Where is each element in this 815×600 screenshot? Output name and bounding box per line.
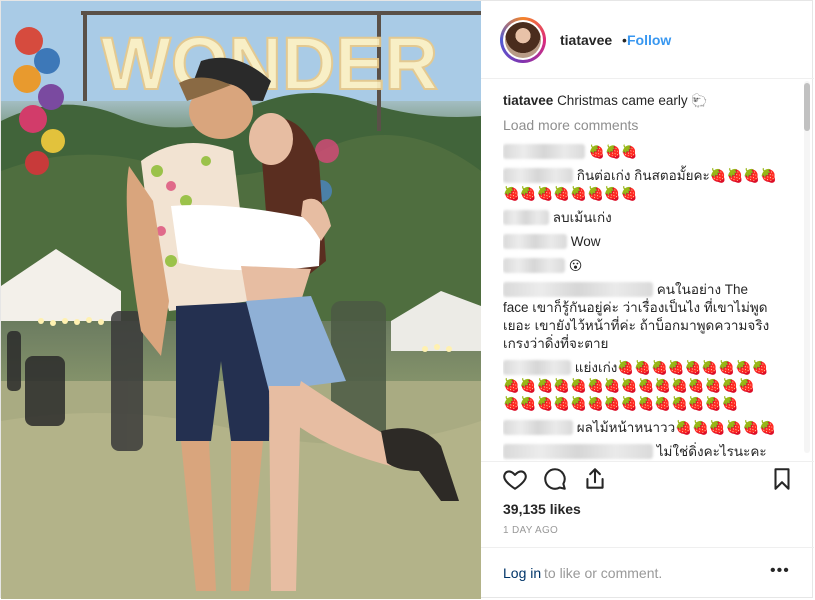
comment-item: ผลไม้หน้าหนาวว🍓🍓🍓🍓🍓🍓 — [503, 419, 803, 437]
login-bar: Log in to like or comment. ••• — [481, 547, 814, 599]
avatar[interactable] — [500, 17, 546, 63]
caption: tiatavee Christmas came early 🐑 — [503, 92, 803, 110]
likes-count[interactable]: 39,135 likes — [503, 501, 581, 517]
comment-icon[interactable] — [542, 466, 568, 492]
comment-username-redacted[interactable] — [503, 144, 585, 159]
wonder-sign: WONDER — [101, 22, 438, 105]
scrollbar-thumb[interactable] — [804, 83, 810, 131]
comment-text-cont: เยอะ เขายังไว้หน้าที่ค่ะ ถ้าบ็อกมาพูดควา… — [503, 318, 770, 333]
comment-item: 🍓🍓🍓 — [503, 143, 803, 161]
comment-username-redacted[interactable] — [503, 258, 565, 273]
comment-text: กินต่อเก่ง กินสตอมั้ยคะ🍓🍓🍓🍓 — [576, 168, 778, 183]
follow-button[interactable]: Follow — [627, 32, 671, 48]
comment-text-cont: 🍓🍓🍓🍓🍓🍓🍓🍓🍓🍓🍓🍓🍓🍓🍓 — [503, 378, 756, 393]
share-icon[interactable] — [582, 466, 608, 492]
comment-username-redacted[interactable] — [503, 168, 573, 183]
header-username[interactable]: tiatavee — [560, 32, 612, 48]
avatar-ring — [503, 20, 543, 60]
comment-username-redacted[interactable] — [503, 234, 567, 249]
scrollbar-track — [804, 81, 810, 453]
comment-username-redacted[interactable] — [503, 210, 549, 225]
comment-text: Wow — [570, 234, 601, 249]
caption-emoji: 🐑 — [691, 93, 708, 108]
comment-text: 😮 — [568, 258, 583, 273]
comment-item: คนในอย่าง The face เขาก็รู้กันอยู่ค่ะ ว่… — [503, 281, 803, 353]
post-header: tiatavee • Follow — [481, 1, 814, 79]
post-sidebar: tiatavee • Follow tiatavee Christmas cam… — [481, 1, 814, 599]
bookmark-icon[interactable] — [769, 466, 795, 492]
comment-text-cont: face เขาก็รู้กันอยู่ค่ะ ว่าเรื่องเป็นไง … — [503, 300, 768, 315]
comment-text: ลบเม้นเก่ง — [552, 210, 612, 225]
post-photo[interactable]: WONDER — [1, 1, 481, 599]
instagram-post: WONDER tiatavee • Follow tiatavee Christ… — [0, 0, 814, 599]
comment-item: 😮 — [503, 257, 803, 275]
comment-text: คนในอย่าง The — [656, 282, 749, 297]
comment-item: กินต่อเก่ง กินสตอมั้ยคะ🍓🍓🍓🍓 🍓🍓🍓🍓🍓🍓🍓🍓 — [503, 167, 803, 203]
comment-item: ไม่ใช่ดิ่งคะไรนะคะ — [503, 443, 803, 461]
avatar-image — [505, 22, 541, 58]
login-prompt-text: to like or comment. — [544, 565, 663, 581]
comments-list[interactable]: tiatavee Christmas came early 🐑 Load mor… — [503, 89, 803, 461]
more-options-icon[interactable]: ••• — [770, 562, 790, 580]
comment-item: ลบเม้นเก่ง — [503, 209, 803, 227]
comment-text: ผลไม้หน้าหนาวว🍓🍓🍓🍓🍓🍓 — [576, 420, 777, 435]
comment-text: แย่งเก่ง🍓🍓🍓🍓🍓🍓🍓🍓🍓 — [574, 360, 769, 375]
post-timestamp[interactable]: 1 DAY AGO — [503, 525, 558, 536]
comment-username-redacted[interactable] — [503, 282, 653, 297]
caption-text: Christmas came early — [557, 93, 688, 108]
comment-text-cont: เกรงว่าดิ่งที่จะตาย — [503, 336, 609, 351]
comment-username-redacted[interactable] — [503, 444, 653, 459]
photo-illustration: WONDER — [1, 1, 481, 599]
action-divider — [481, 461, 814, 463]
comments-scrollbar[interactable] — [802, 81, 812, 453]
comment-text-cont: 🍓🍓🍓🍓🍓🍓🍓🍓 — [503, 186, 638, 201]
comment-item: แย่งเก่ง🍓🍓🍓🍓🍓🍓🍓🍓🍓 🍓🍓🍓🍓🍓🍓🍓🍓🍓🍓🍓🍓🍓🍓🍓 🍓🍓🍓🍓🍓🍓… — [503, 359, 803, 413]
login-link[interactable]: Log in — [503, 565, 541, 581]
comment-text: 🍓🍓🍓 — [588, 144, 638, 159]
heart-icon[interactable] — [502, 466, 528, 492]
comment-username-redacted[interactable] — [503, 360, 571, 375]
caption-username[interactable]: tiatavee — [503, 93, 553, 108]
comment-username-redacted[interactable] — [503, 420, 573, 435]
load-more-comments-button[interactable]: Load more comments — [503, 116, 638, 134]
comment-text-cont: 🍓🍓🍓🍓🍓🍓🍓🍓🍓🍓🍓🍓🍓🍓 — [503, 396, 739, 411]
comment-item: Wow — [503, 233, 803, 251]
comment-text: ไม่ใช่ดิ่งคะไรนะคะ — [656, 444, 767, 459]
